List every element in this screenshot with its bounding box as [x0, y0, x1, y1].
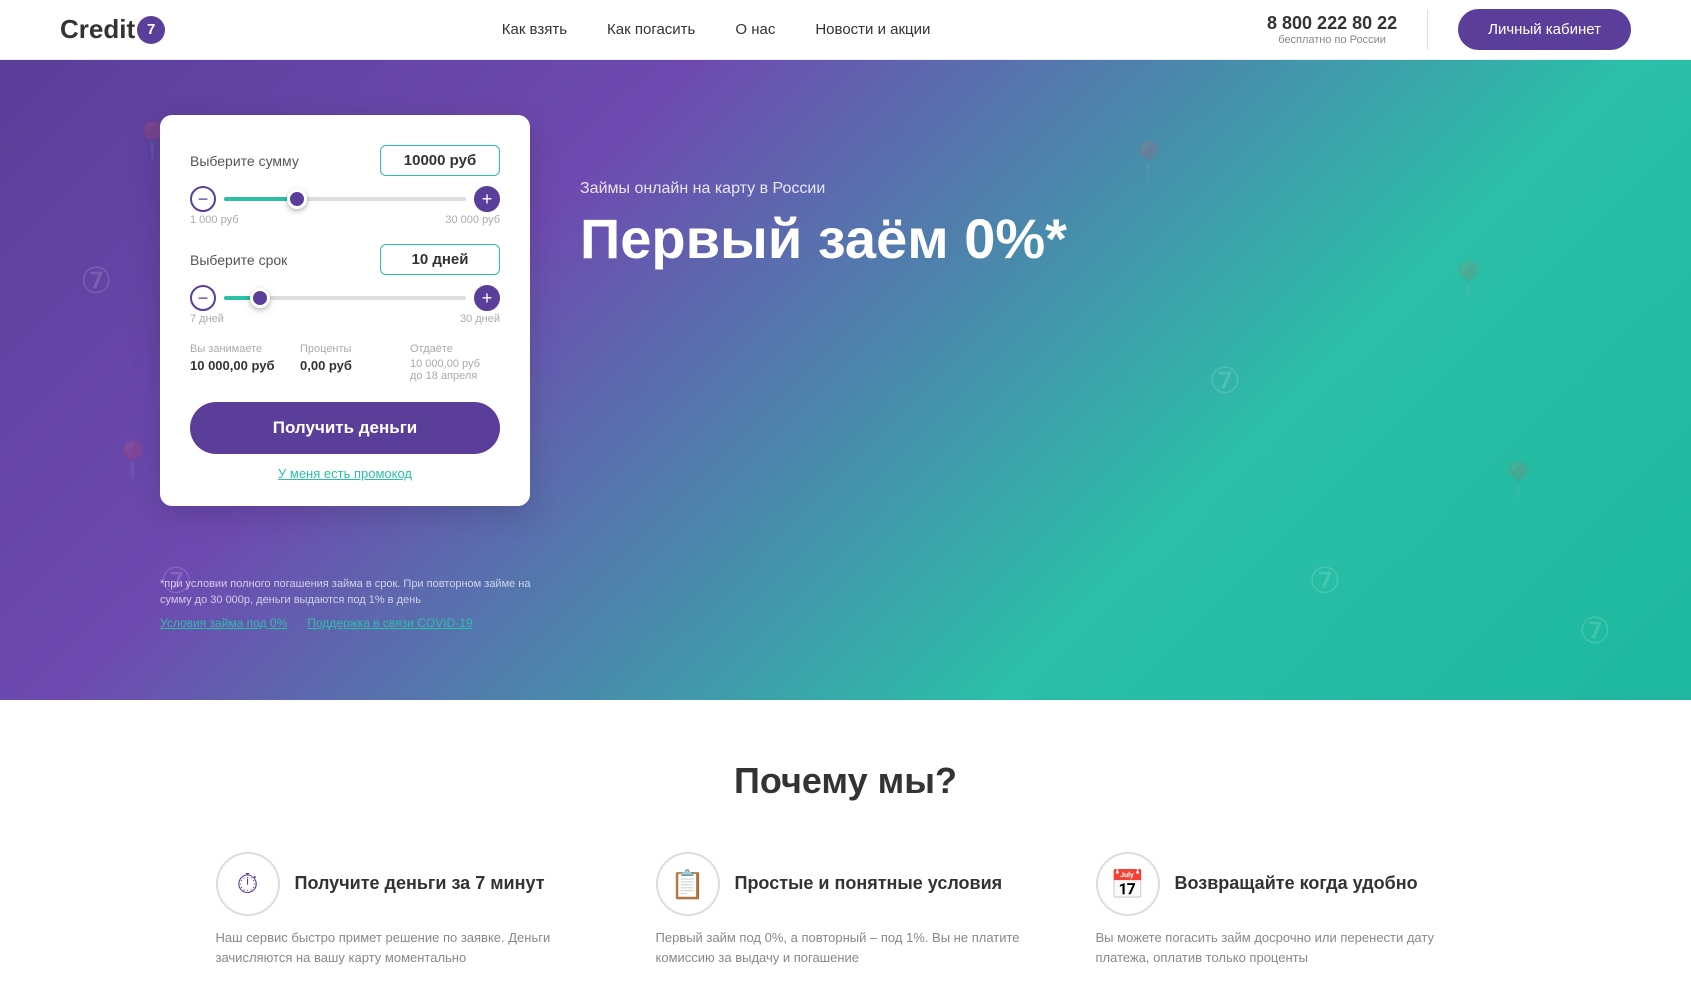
amount-min-label: 1 000 руб: [190, 214, 239, 226]
bg-pin-5: 📍: [1126, 140, 1171, 182]
bg-pin-8: 📍: [1446, 260, 1491, 302]
hero-section: 📍 ⑦ 📍 ⑦ 📍 ⑦ ⑦ 📍 📍 ⑦ Выберите сумму 10000…: [0, 60, 1691, 700]
phone-subtitle: бесплатно по России: [1267, 34, 1397, 46]
nav-item-news[interactable]: Новости и акции: [815, 21, 930, 38]
why-card-2-icon: 📅: [1096, 852, 1160, 916]
header: Credit 7 Как взять Как погасить О нас Но…: [0, 0, 1691, 60]
why-section-title: Почему мы?: [120, 760, 1571, 802]
why-card-2-header: 📅 Возвращайте когда удобно: [1096, 852, 1476, 916]
term-track-wrapper[interactable]: [224, 288, 466, 308]
cabinet-button[interactable]: Личный кабинет: [1458, 9, 1631, 50]
term-value[interactable]: 10 дней: [380, 244, 500, 275]
summary-interest: Проценты 0,00 руб: [300, 343, 390, 382]
nav-item-how-to-pay[interactable]: Как погасить: [607, 21, 695, 38]
amount-section: Выберите сумму 10000 руб − + 1 000 руб 3…: [190, 145, 500, 226]
summary-return: Отдаёте 10 000,00 руб до 18 апреля: [410, 343, 500, 382]
nav-item-about[interactable]: О нас: [735, 21, 775, 38]
header-divider: [1427, 10, 1428, 50]
interest-label: Проценты: [300, 343, 390, 355]
why-card-0-title: Получите деньги за 7 минут: [295, 872, 545, 895]
loan-card: Выберите сумму 10000 руб − + 1 000 руб 3…: [160, 115, 530, 506]
amount-range-labels: 1 000 руб 30 000 руб: [190, 214, 500, 226]
bg-pin-10: ⑦: [1579, 610, 1611, 652]
why-card-2: 📅 Возвращайте когда удобно Вы можете пог…: [1096, 852, 1476, 967]
disclaimer-links: Условия займа под 0% Поддержка в связи C…: [160, 616, 540, 630]
term-track-handle[interactable]: [250, 288, 270, 308]
nav-item-how-to-get[interactable]: Как взять: [502, 21, 567, 38]
logo[interactable]: Credit 7: [60, 14, 165, 45]
why-card-1-header: 📋 Простые и понятные условия: [656, 852, 1036, 916]
disclaimer-link-1[interactable]: Условия займа под 0%: [160, 616, 287, 630]
logo-credit-text: Credit: [60, 14, 135, 45]
borrow-value: 10 000,00 руб: [190, 358, 280, 373]
why-card-0-header: ⏱ Получите деньги за 7 минут: [216, 852, 596, 916]
header-right: 8 800 222 80 22 бесплатно по России Личн…: [1267, 9, 1631, 50]
amount-max-label: 30 000 руб: [445, 214, 500, 226]
term-slider-controls: − +: [190, 285, 500, 311]
bg-pin-9: 📍: [1496, 460, 1541, 502]
why-card-1-text: Первый займ под 0%, а повторный – под 1%…: [656, 928, 1036, 967]
amount-increase-btn[interactable]: +: [474, 186, 500, 212]
return-date: до 18 апреля: [410, 370, 500, 382]
get-money-button[interactable]: Получить деньги: [190, 402, 500, 454]
term-slider-track-area: [224, 288, 466, 308]
bg-pin-7: ⑦: [1309, 560, 1341, 602]
why-cards-container: ⏱ Получите деньги за 7 минут Наш сервис …: [120, 852, 1571, 967]
why-card-2-title: Возвращайте когда удобно: [1175, 872, 1418, 895]
why-card-1: 📋 Простые и понятные условия Первый займ…: [656, 852, 1036, 967]
term-label: Выберите срок: [190, 252, 287, 268]
return-label: Отдаёте: [410, 343, 500, 355]
why-card-1-icon: 📋: [656, 852, 720, 916]
disclaimer: *при условии полного погашения займа в с…: [160, 577, 540, 630]
why-card-1-title: Простые и понятные условия: [735, 872, 1003, 895]
amount-track-wrapper[interactable]: [224, 189, 466, 209]
term-section: Выберите срок 10 дней − + 7 дней 30 дней: [190, 244, 500, 325]
summary-row: Вы занимаете 10 000,00 руб Проценты 0,00…: [190, 343, 500, 382]
amount-slider-controls: − +: [190, 186, 500, 212]
term-range-labels: 7 дней 30 дней: [190, 313, 500, 325]
why-card-0: ⏱ Получите деньги за 7 минут Наш сервис …: [216, 852, 596, 967]
why-section: Почему мы? ⏱ Получите деньги за 7 минут …: [0, 700, 1691, 1007]
amount-row: Выберите сумму 10000 руб: [190, 145, 500, 176]
amount-track-handle[interactable]: [287, 189, 307, 209]
term-max-label: 30 дней: [460, 313, 500, 325]
amount-value[interactable]: 10000 руб: [380, 145, 500, 176]
bg-pin-2: ⑦: [80, 260, 112, 302]
bg-pin-3: 📍: [110, 440, 155, 482]
hero-text: Займы онлайн на карту в России Первый за…: [580, 180, 1067, 270]
hero-subtitle: Займы онлайн на карту в России: [580, 180, 1067, 198]
hero-title: Первый заём 0%*: [580, 208, 1067, 270]
why-card-0-text: Наш сервис быстро примет решение по заяв…: [216, 928, 596, 967]
main-nav: Как взять Как погасить О нас Новости и а…: [502, 21, 931, 38]
term-row: Выберите срок 10 дней: [190, 244, 500, 275]
why-card-2-text: Вы можете погасить займ досрочно или пер…: [1096, 928, 1476, 967]
term-decrease-btn[interactable]: −: [190, 285, 216, 311]
term-min-label: 7 дней: [190, 313, 224, 325]
borrow-label: Вы занимаете: [190, 343, 280, 355]
summary-borrow: Вы занимаете 10 000,00 руб: [190, 343, 280, 382]
amount-decrease-btn[interactable]: −: [190, 186, 216, 212]
bg-pin-6: ⑦: [1209, 360, 1241, 402]
disclaimer-link-2[interactable]: Поддержка в связи COVID-19: [307, 616, 472, 630]
interest-value: 0,00 руб: [300, 358, 390, 373]
return-value: 10 000,00 руб до 18 апреля: [410, 358, 500, 382]
phone-block: 8 800 222 80 22 бесплатно по России: [1267, 13, 1397, 46]
disclaimer-text: *при условии полного погашения займа в с…: [160, 577, 540, 608]
phone-number: 8 800 222 80 22: [1267, 13, 1397, 34]
promo-link[interactable]: У меня есть промокод: [190, 466, 500, 481]
why-card-0-icon: ⏱: [216, 852, 280, 916]
term-increase-btn[interactable]: +: [474, 285, 500, 311]
amount-label: Выберите сумму: [190, 153, 299, 169]
logo-number: 7: [137, 16, 165, 44]
amount-slider-track-area: [224, 189, 466, 209]
